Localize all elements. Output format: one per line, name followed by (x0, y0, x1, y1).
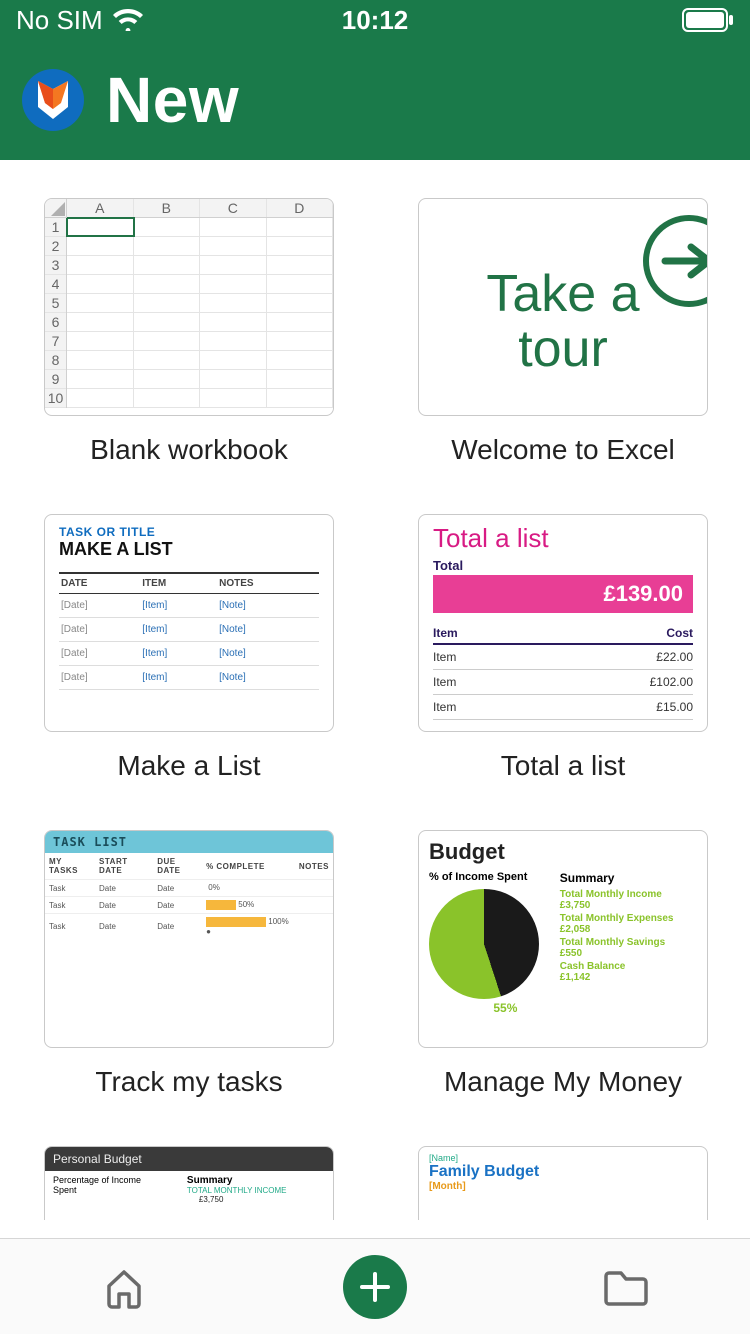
template-thumbnail: Take a tour (418, 198, 708, 416)
new-button[interactable] (343, 1255, 407, 1319)
template-total-a-list[interactable]: Total a list Total £139.00 ItemCost Item… (418, 514, 708, 782)
carrier-label: No SIM (16, 5, 103, 36)
template-thumbnail: Budget % of Income Spent 55% Summary Tot… (418, 830, 708, 1048)
template-thumbnail: Personal Budget Percentage of Income Spe… (44, 1146, 334, 1220)
app-logo-icon (22, 69, 84, 131)
template-label: Make a List (117, 750, 260, 782)
template-personal-budget[interactable]: Personal Budget Percentage of Income Spe… (44, 1146, 334, 1220)
tab-home[interactable] (96, 1259, 152, 1315)
template-label: Track my tasks (95, 1066, 282, 1098)
template-label: Total a list (501, 750, 626, 782)
template-blank-workbook[interactable]: ABCD 12345678910 (44, 198, 334, 466)
bottom-tab-bar (0, 1238, 750, 1334)
home-icon (101, 1264, 147, 1310)
app-header: New (0, 40, 750, 160)
template-label: Manage My Money (444, 1066, 682, 1098)
template-track-my-tasks[interactable]: TASK LIST MY TASKS START DATE DUE DATE %… (44, 830, 334, 1098)
template-thumbnail: Total a list Total £139.00 ItemCost Item… (418, 514, 708, 732)
tab-open[interactable] (598, 1259, 654, 1315)
battery-icon (682, 8, 734, 32)
template-make-a-list[interactable]: TASK OR TITLE MAKE A LIST DATEITEMNOTES … (44, 514, 334, 782)
folder-icon (601, 1266, 651, 1308)
clock-label: 10:12 (342, 5, 409, 36)
template-thumbnail: TASK OR TITLE MAKE A LIST DATEITEMNOTES … (44, 514, 334, 732)
wifi-icon (113, 9, 143, 31)
page-title: New (106, 63, 239, 137)
template-thumbnail: TASK LIST MY TASKS START DATE DUE DATE %… (44, 830, 334, 1048)
tour-text: Take a tour (486, 267, 639, 376)
template-grid-container: ABCD 12345678910 (0, 160, 750, 1238)
template-family-budget[interactable]: [Name] Family Budget [Month] (418, 1146, 708, 1220)
template-label: Welcome to Excel (451, 434, 675, 466)
template-manage-my-money[interactable]: Budget % of Income Spent 55% Summary Tot… (418, 830, 708, 1098)
template-thumbnail: ABCD 12345678910 (44, 198, 334, 416)
template-thumbnail: [Name] Family Budget [Month] (418, 1146, 708, 1220)
arrow-right-circle-icon (643, 215, 708, 307)
template-welcome-to-excel[interactable]: Take a tour Welcome to Excel (418, 198, 708, 466)
status-bar: No SIM 10:12 (0, 0, 750, 40)
pie-chart-icon (429, 889, 539, 999)
template-label: Blank workbook (90, 434, 288, 466)
plus-icon (358, 1270, 392, 1304)
